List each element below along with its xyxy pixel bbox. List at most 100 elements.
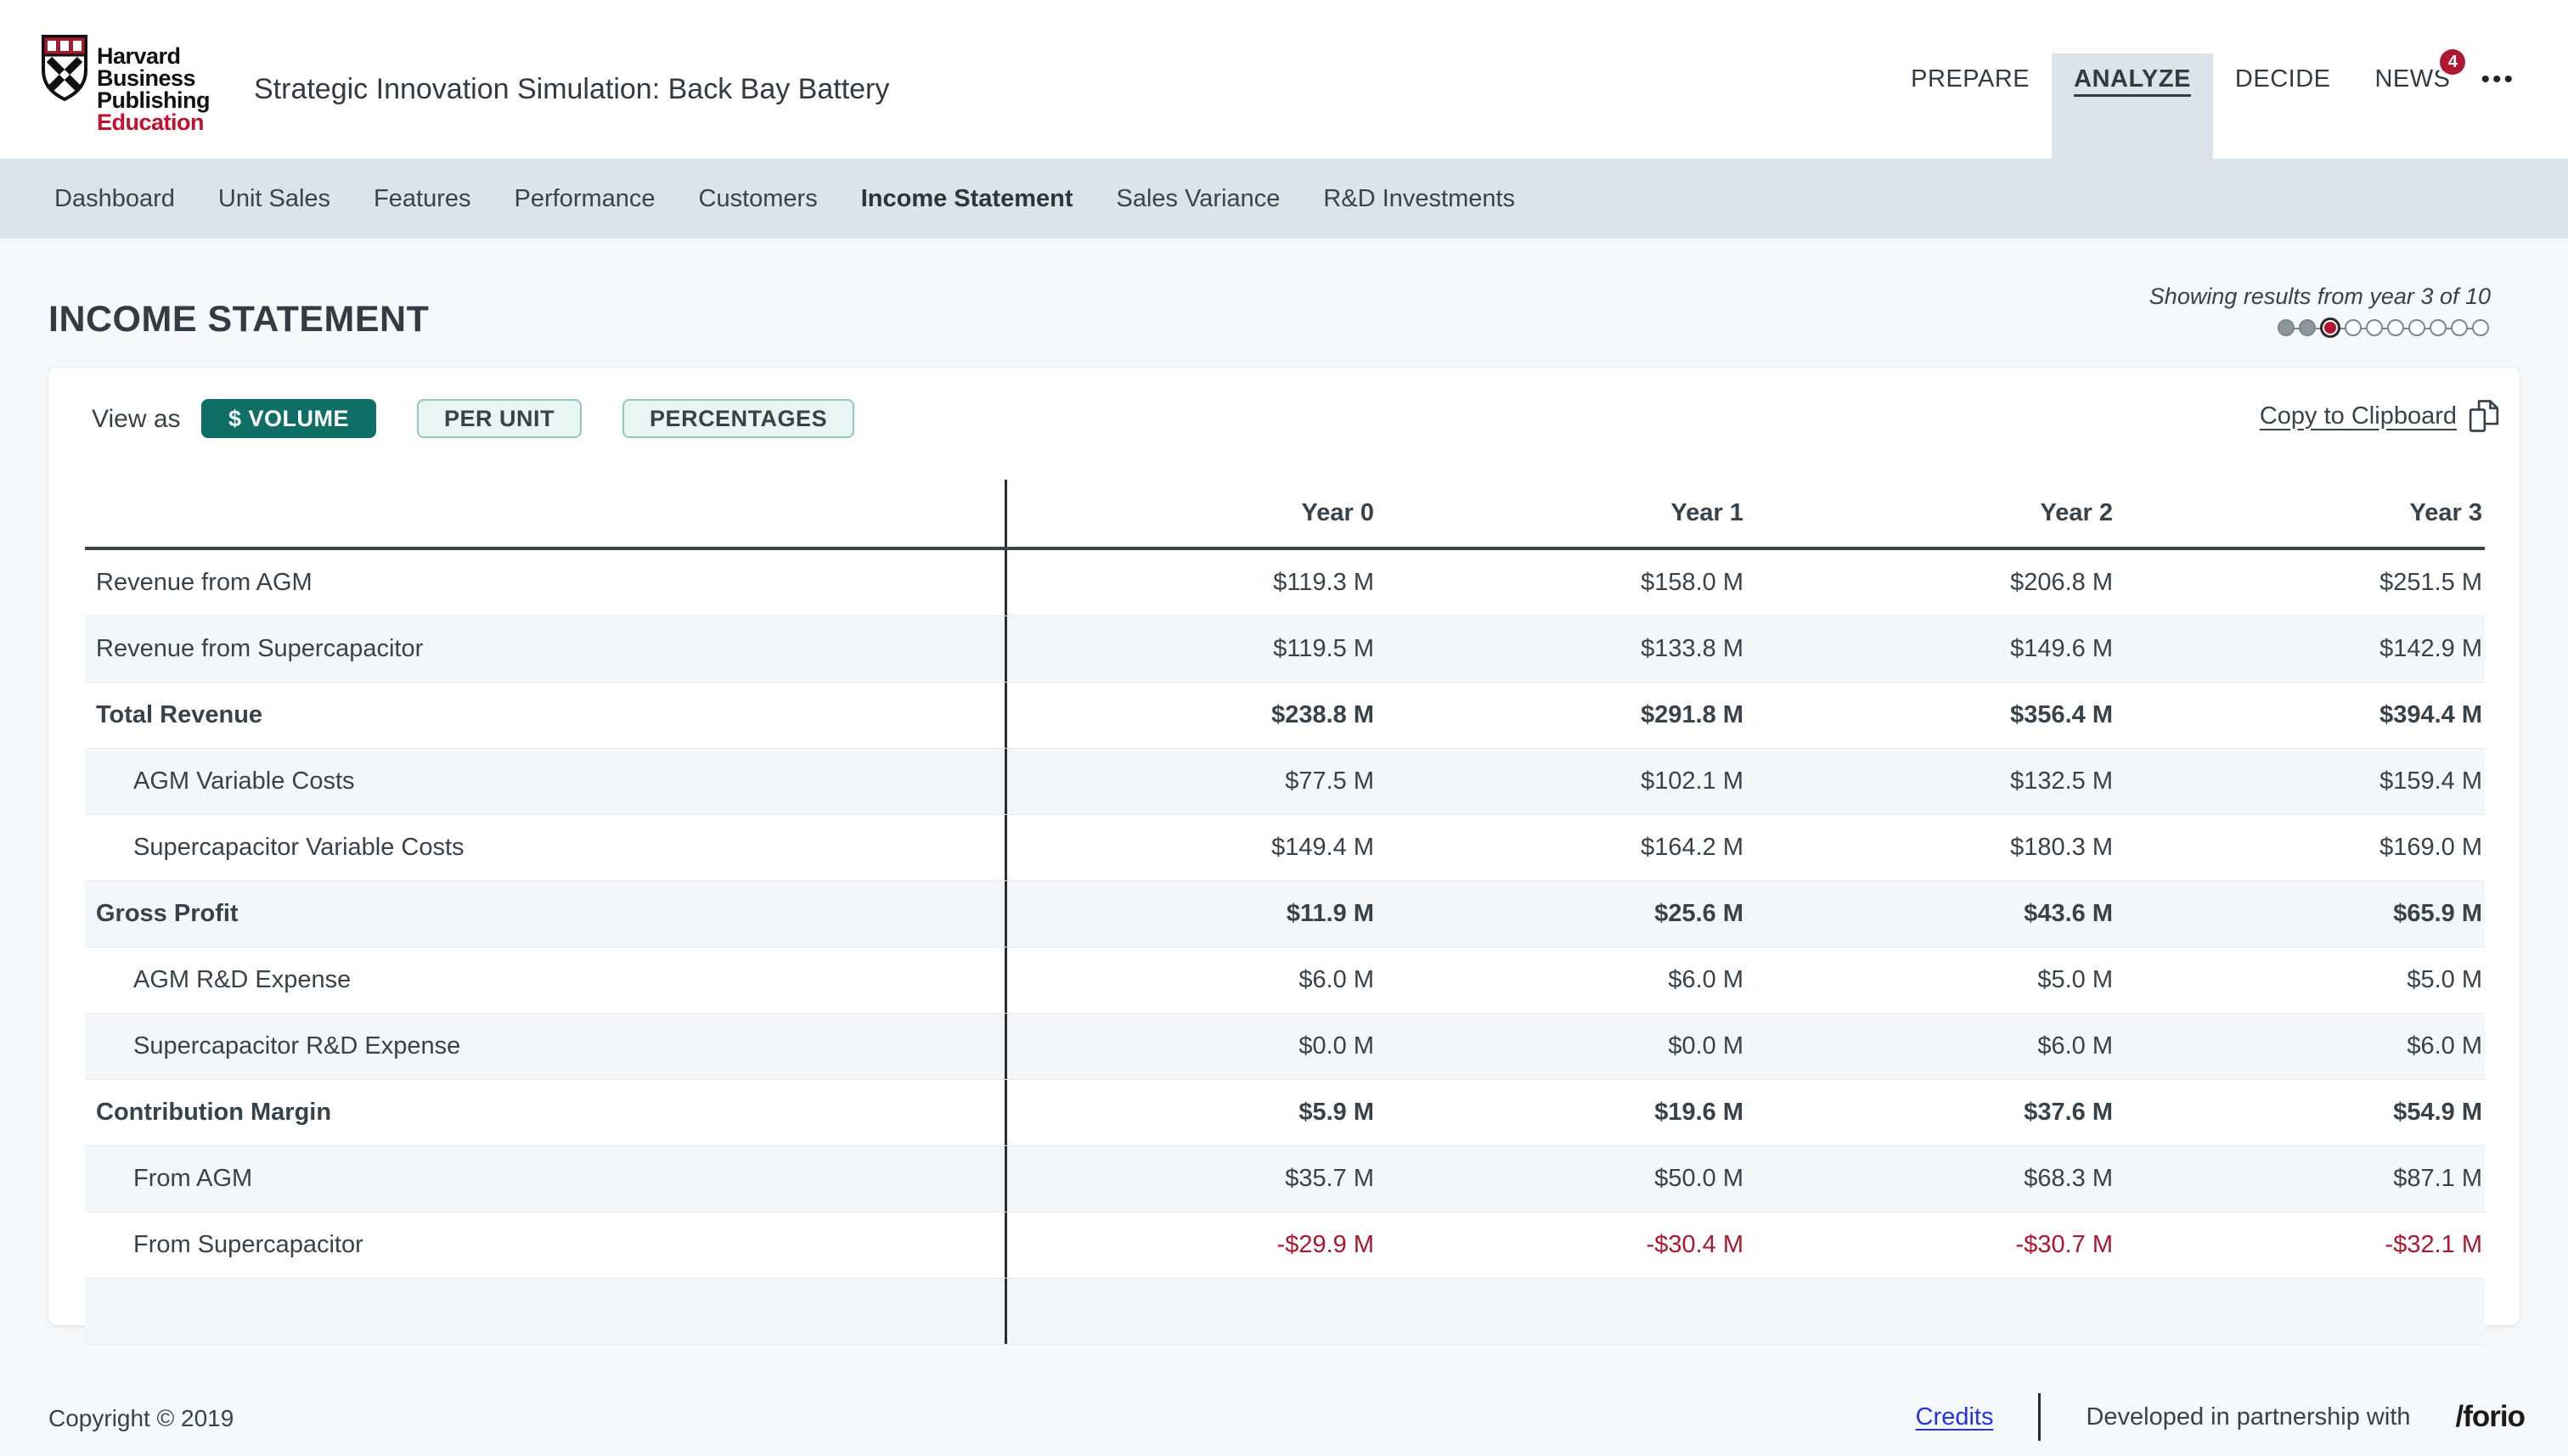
row-value: $102.1 M	[1377, 767, 1746, 795]
footer-right: Credits Developed in partnership with /f…	[1916, 1391, 2525, 1443]
row-label: From AGM	[85, 1146, 1007, 1211]
row-value: $6.0 M	[1007, 966, 1377, 994]
row-value: $180.3 M	[1746, 834, 2115, 862]
table-row-revenue-from-supercapacitor: Revenue from Supercapacitor$119.5 M$133.…	[85, 616, 2485, 683]
subnav-item-income-statement[interactable]: Income Statement	[861, 185, 1073, 213]
year-dot-9[interactable]	[2451, 319, 2468, 336]
year-dot-8[interactable]	[2430, 319, 2447, 336]
table-row-revenue-from-agm: Revenue from AGM$119.3 M$158.0 M$206.8 M…	[85, 550, 2485, 616]
row-value: $65.9 M	[2115, 900, 2485, 928]
row-value: $119.3 M	[1007, 569, 1377, 597]
row-value: $5.0 M	[1746, 966, 2115, 994]
table-row-from-supercapacitor: From Supercapacitor-$29.9 M-$30.4 M-$30.…	[85, 1212, 2485, 1279]
credits-link[interactable]: Credits	[1916, 1403, 1994, 1431]
row-value: $6.0 M	[1746, 1032, 2115, 1060]
brand-line: Publishing	[97, 89, 210, 111]
row-value: $35.7 M	[1007, 1165, 1377, 1193]
row-label: Revenue from AGM	[85, 550, 1007, 616]
row-value: -$32.1 M	[2115, 1231, 2485, 1259]
row-value: $149.6 M	[1746, 635, 2115, 663]
nav-item-label: NEWS	[2374, 65, 2450, 93]
row-value: $5.0 M	[2115, 966, 2485, 994]
row-label: Revenue from Supercapacitor	[85, 616, 1007, 682]
subnav-item-unit-sales[interactable]: Unit Sales	[218, 185, 330, 213]
subnav-item-r-d-investments[interactable]: R&D Investments	[1323, 185, 1515, 213]
year-dot-1[interactable]	[2278, 319, 2295, 336]
view-option--volume[interactable]: $ VOLUME	[201, 399, 376, 438]
table-row-gross-profit: Gross Profit$11.9 M$25.6 M$43.6 M$65.9 M	[85, 881, 2485, 947]
year-dot-5[interactable]	[2366, 319, 2383, 336]
row-value: $149.4 M	[1007, 834, 1377, 862]
row-value: $133.8 M	[1377, 635, 1746, 663]
year-dot-10[interactable]	[2472, 319, 2489, 336]
copy-to-clipboard-link[interactable]: Copy to Clipboard	[2260, 397, 2501, 435]
row-value: $37.6 M	[1746, 1099, 2115, 1127]
row-value: $164.2 M	[1377, 834, 1746, 862]
column-header-year-1: Year 1	[1377, 499, 1746, 527]
year-dot-2[interactable]	[2299, 319, 2316, 336]
table-row-from-agm: From AGM$35.7 M$50.0 M$68.3 M$87.1 M	[85, 1146, 2485, 1212]
row-value: $87.1 M	[2115, 1165, 2485, 1193]
row-value: $0.0 M	[1007, 1032, 1377, 1060]
subnav-item-customers[interactable]: Customers	[699, 185, 818, 213]
results-note: Showing results from year 3 of 10	[2149, 284, 2491, 310]
row-value: $394.4 M	[2115, 701, 2485, 729]
year-dot-6[interactable]	[2387, 319, 2404, 336]
income-statement-card: View as $ VOLUME PER UNIT PERCENTAGES Copy…	[48, 368, 2520, 1325]
footer-divider	[2038, 1393, 2041, 1441]
copyright-text: Copyright © 2019	[48, 1405, 234, 1432]
row-value: $238.8 M	[1007, 701, 1377, 729]
subnav-item-sales-variance[interactable]: Sales Variance	[1117, 185, 1281, 213]
nav-item-news[interactable]: NEWS4	[2352, 0, 2472, 159]
row-value: $159.4 M	[2115, 767, 2485, 795]
row-label: Supercapacitor Variable Costs	[85, 815, 1007, 880]
table-header-row: Year 0Year 1Year 2Year 3	[85, 480, 2485, 550]
analyze-subnav: Dashboard Unit Sales Features Performance Cu…	[0, 159, 2568, 239]
row-value: $5.9 M	[1007, 1099, 1377, 1127]
row-label: Gross Profit	[85, 881, 1007, 947]
news-badge: 4	[2440, 49, 2465, 75]
view-option-percentages[interactable]: PERCENTAGES	[622, 399, 854, 438]
nav-item-prepare[interactable]: PREPARE	[1889, 0, 2052, 159]
view-as-label: View as	[92, 405, 181, 434]
row-value: $77.5 M	[1007, 767, 1377, 795]
copy-to-clipboard-label: Copy to Clipboard	[2260, 402, 2457, 430]
view-toggle-group: $ VOLUME PER UNIT PERCENTAGES	[201, 399, 854, 438]
row-value: $11.9 M	[1007, 900, 1377, 928]
row-value: $251.5 M	[2115, 569, 2485, 597]
hbp-logo-text: Harvard Business Publishing Education	[97, 34, 210, 133]
table-partial-row	[85, 1279, 2485, 1345]
row-label: Contribution Margin	[85, 1080, 1007, 1145]
row-value: $291.8 M	[1377, 701, 1746, 729]
year-dot-7[interactable]	[2408, 319, 2425, 336]
hbp-logo: Harvard Business Publishing Education	[41, 34, 210, 133]
row-label	[85, 1279, 1007, 1344]
primary-nav: PREPAREANALYZEDECIDENEWS4•••	[1889, 0, 2524, 159]
row-value: $25.6 M	[1377, 900, 1746, 928]
view-option-per-unit[interactable]: PER UNIT	[417, 399, 582, 438]
subnav-item-dashboard[interactable]: Dashboard	[54, 185, 175, 213]
row-value: $43.6 M	[1746, 900, 2115, 928]
brand-line: Harvard	[97, 45, 210, 67]
table-row-supercapacitor-variable-costs: Supercapacitor Variable Costs$149.4 M$16…	[85, 815, 2485, 881]
table-row-agm-variable-costs: AGM Variable Costs$77.5 M$102.1 M$132.5 …	[85, 749, 2485, 815]
year-dot-3[interactable]	[2320, 318, 2340, 338]
row-value: $19.6 M	[1377, 1099, 1746, 1127]
brand-line: Business	[97, 67, 210, 89]
nav-item-label: PREPARE	[1911, 65, 2030, 93]
row-label: Total Revenue	[85, 683, 1007, 748]
year-dot-4[interactable]	[2345, 319, 2362, 336]
hbp-shield-icon	[41, 34, 88, 115]
subnav-item-features[interactable]: Features	[374, 185, 470, 213]
more-menu-button[interactable]: •••	[2472, 0, 2524, 159]
subnav-item-performance[interactable]: Performance	[515, 185, 656, 213]
row-value: $119.5 M	[1007, 635, 1377, 663]
row-value: -$30.7 M	[1746, 1231, 2115, 1259]
nav-item-label: ANALYZE	[2074, 65, 2191, 93]
nav-item-decide[interactable]: DECIDE	[2213, 0, 2353, 159]
row-value: $356.4 M	[1746, 701, 2115, 729]
nav-item-label: DECIDE	[2235, 65, 2331, 93]
nav-item-analyze[interactable]: ANALYZE	[2052, 0, 2213, 159]
row-value: $6.0 M	[2115, 1032, 2485, 1060]
row-label: AGM R&D Expense	[85, 947, 1007, 1013]
